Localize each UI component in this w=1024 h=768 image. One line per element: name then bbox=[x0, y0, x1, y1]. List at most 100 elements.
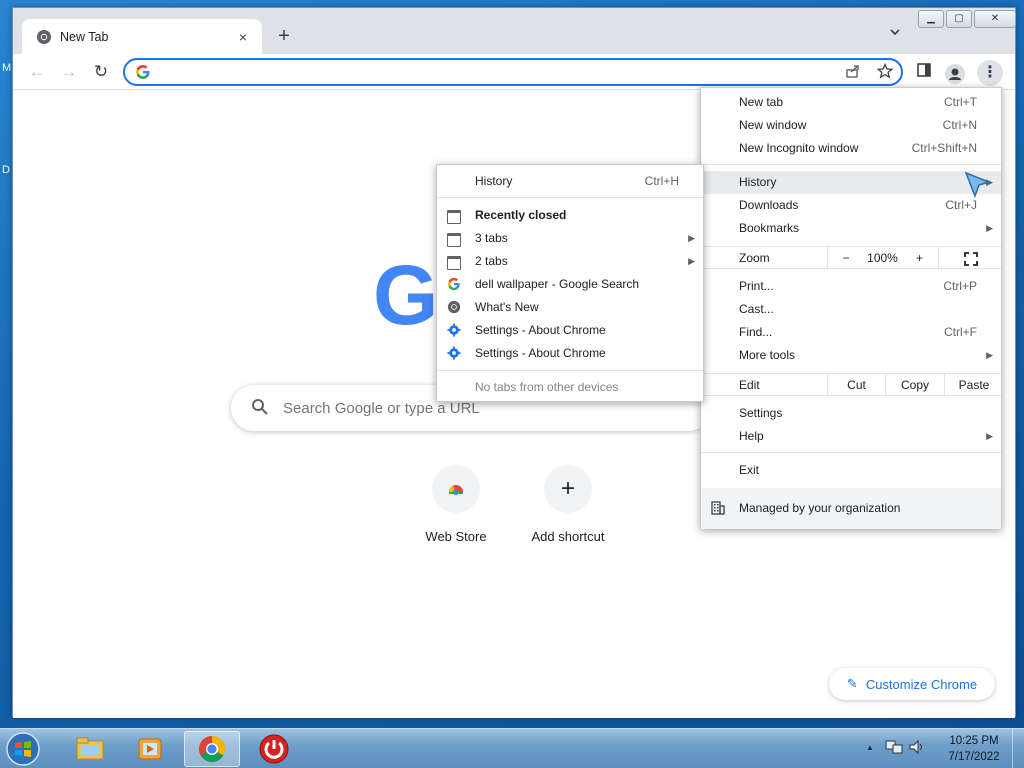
fullscreen-icon[interactable] bbox=[938, 247, 1003, 270]
zoom-label: Zoom bbox=[739, 251, 770, 265]
copy-button[interactable]: Copy bbox=[885, 374, 944, 397]
submenu-arrow-icon: ▶ bbox=[986, 350, 993, 360]
zoom-level: 100% bbox=[867, 251, 898, 265]
menu-label: More tools bbox=[739, 348, 796, 362]
menu-label: Downloads bbox=[739, 198, 799, 212]
submenu-label: 2 tabs bbox=[475, 254, 508, 268]
menu-item-exit[interactable]: Exit bbox=[701, 459, 1001, 482]
show-desktop-button[interactable] bbox=[1012, 729, 1024, 768]
shortcut-label: Add shortcut bbox=[531, 529, 605, 544]
menu-item-downloads[interactable]: Downloads Ctrl+J bbox=[701, 194, 1001, 217]
settings-gear-icon bbox=[447, 323, 461, 337]
menu-shortcut: Ctrl+Shift+N bbox=[911, 141, 977, 155]
google-icon bbox=[136, 65, 150, 79]
menu-item-bookmarks[interactable]: Bookmarks ▶ bbox=[701, 217, 1001, 240]
submenu-arrow-icon: ▶ bbox=[688, 233, 695, 243]
network-icon[interactable] bbox=[885, 739, 903, 755]
paste-button[interactable]: Paste bbox=[944, 374, 1003, 397]
menu-separator bbox=[437, 197, 703, 198]
shortcut-add[interactable]: + Add shortcut bbox=[512, 465, 624, 544]
zoom-out-button[interactable]: − bbox=[827, 247, 864, 270]
tab-new-tab[interactable]: New Tab × bbox=[22, 19, 262, 54]
tab-group-icon bbox=[447, 233, 461, 247]
menu-item-history[interactable]: History▶ bbox=[701, 171, 1001, 194]
close-tab-icon[interactable]: × bbox=[234, 29, 252, 45]
menu-separator bbox=[437, 370, 703, 371]
menu-item-help[interactable]: Help ▶ bbox=[701, 425, 1001, 448]
submenu-arrow-icon: ▶ bbox=[986, 223, 993, 233]
desktop-icon-label-fragment: M bbox=[2, 62, 12, 74]
submenu-item-history[interactable]: History Ctrl+H bbox=[437, 170, 703, 193]
chrome-icon bbox=[198, 735, 226, 763]
taskbar-explorer[interactable] bbox=[62, 731, 118, 767]
volume-icon[interactable] bbox=[908, 739, 926, 755]
menu-item-print[interactable]: Print... Ctrl+P bbox=[701, 275, 1001, 298]
menu-item-settings[interactable]: Settings bbox=[701, 402, 1001, 425]
media-player-icon bbox=[138, 738, 162, 760]
menu-label: Print... bbox=[739, 279, 774, 293]
show-hidden-icons-icon[interactable]: ▲ bbox=[866, 743, 874, 752]
pencil-icon: ✎ bbox=[846, 676, 858, 691]
taskbar-media-player[interactable] bbox=[122, 731, 178, 767]
close-window-button[interactable]: ✕ bbox=[974, 10, 1016, 28]
chrome-menu: New tab Ctrl+T New window Ctrl+N New Incog… bbox=[700, 87, 1002, 529]
menu-label: Settings bbox=[739, 406, 783, 420]
menu-item-more-tools[interactable]: More tools ▶ bbox=[701, 344, 1001, 367]
submenu-item-3-tabs[interactable]: 3 tabs ▶ bbox=[437, 227, 703, 250]
start-button[interactable] bbox=[4, 731, 46, 767]
new-tab-button[interactable]: + bbox=[272, 25, 296, 49]
menu-item-new-window[interactable]: New window Ctrl+N bbox=[701, 114, 1001, 137]
google-logo: G bbox=[373, 248, 439, 342]
profile-avatar[interactable] bbox=[945, 64, 965, 84]
submenu-label: Settings - About Chrome bbox=[475, 323, 606, 337]
menu-item-new-tab[interactable]: New tab Ctrl+T bbox=[701, 91, 1001, 114]
submenu-item-dell-wallpaper[interactable]: dell wallpaper - Google Search bbox=[437, 273, 703, 296]
menu-label: Find... bbox=[739, 325, 773, 339]
building-icon bbox=[711, 501, 725, 515]
zoom-in-button[interactable]: + bbox=[901, 247, 938, 270]
taskbar-power-app[interactable] bbox=[246, 731, 302, 767]
tab-icon bbox=[447, 210, 461, 224]
menu-label: History bbox=[739, 175, 777, 189]
reload-button[interactable]: ↻ bbox=[89, 60, 113, 84]
submenu-label: History bbox=[475, 174, 513, 188]
taskbar: ▲ 10:25 PM 7/17/2022 bbox=[0, 728, 1024, 768]
menu-label: New window bbox=[739, 118, 807, 132]
submenu-item-settings-about-chrome[interactable]: Settings - About Chrome bbox=[437, 319, 703, 342]
submenu-label: 3 tabs bbox=[475, 231, 508, 245]
desktop-icon-label-fragment: D bbox=[2, 164, 10, 176]
forward-button[interactable]: → bbox=[57, 60, 81, 84]
submenu-item-2-tabs[interactable]: 2 tabs ▶ bbox=[437, 250, 703, 273]
submenu-item-settings-about-chrome[interactable]: Settings - About Chrome bbox=[437, 342, 703, 365]
no-tabs-other-devices: No tabs from other devices bbox=[475, 380, 619, 394]
chrome-icon bbox=[37, 29, 51, 44]
submenu-item-whats-new[interactable]: What's New bbox=[437, 296, 703, 319]
tab-strip: New Tab × + ▁ ▢ ✕ bbox=[13, 8, 1016, 54]
minimize-button[interactable]: ▁ bbox=[918, 10, 944, 28]
shortcut-web-store[interactable]: Web Store bbox=[400, 465, 512, 544]
taskbar-chrome[interactable] bbox=[184, 731, 240, 767]
side-panel-icon[interactable] bbox=[913, 62, 935, 84]
address-input[interactable] bbox=[159, 64, 819, 80]
menu-item-new-incognito[interactable]: New Incognito window Ctrl+Shift+N bbox=[701, 137, 1001, 160]
cut-button[interactable]: Cut bbox=[827, 374, 885, 397]
maximize-button[interactable]: ▢ bbox=[946, 10, 972, 28]
recently-closed-header: Recently closed bbox=[437, 204, 703, 227]
taskbar-clock[interactable]: 10:25 PM 7/17/2022 bbox=[940, 733, 1008, 765]
back-button[interactable]: ← bbox=[25, 60, 49, 84]
power-icon bbox=[259, 734, 289, 764]
managed-by-org-item[interactable]: Managed by your organization bbox=[701, 488, 1001, 529]
tab-search-chevron-icon[interactable] bbox=[885, 26, 905, 46]
bookmark-star-icon[interactable] bbox=[875, 62, 895, 83]
menu-label: Help bbox=[739, 429, 764, 443]
menu-item-find[interactable]: Find... Ctrl+F bbox=[701, 321, 1001, 344]
google-icon bbox=[447, 277, 460, 291]
customize-chrome-button[interactable]: ✎ Customize Chrome bbox=[829, 668, 995, 700]
share-icon[interactable] bbox=[843, 63, 863, 83]
menu-item-cast[interactable]: Cast... bbox=[701, 298, 1001, 321]
chrome-menu-button[interactable]: ⋮ bbox=[977, 60, 1003, 86]
submenu-label: Settings - About Chrome bbox=[475, 346, 606, 360]
system-tray: ▲ bbox=[866, 739, 926, 755]
menu-separator bbox=[701, 452, 1001, 453]
address-bar[interactable] bbox=[123, 58, 903, 86]
